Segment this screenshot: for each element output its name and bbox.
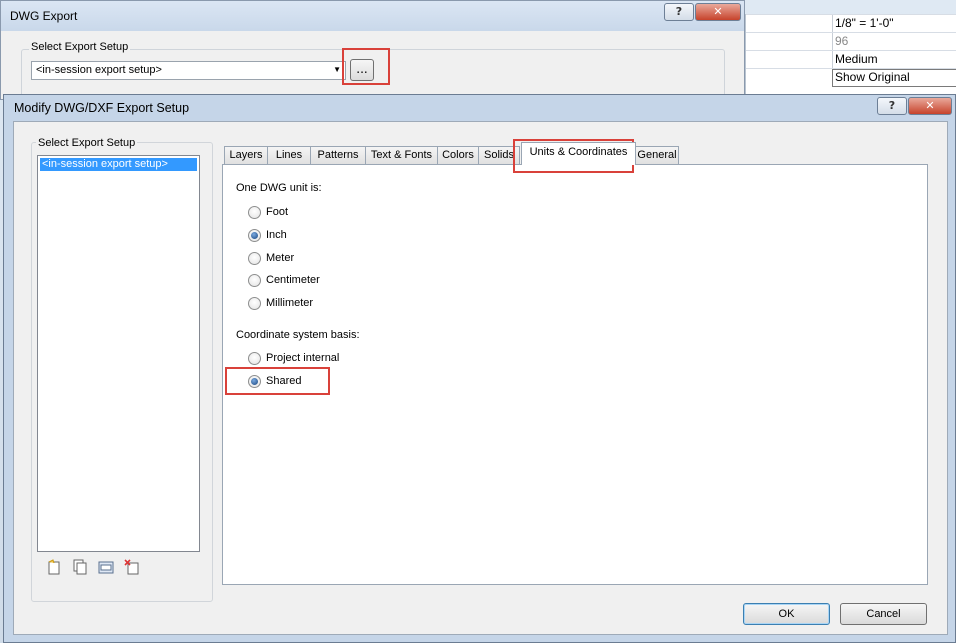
window-title: DWG Export	[10, 9, 78, 23]
dwg-export-titlebar: DWG Export ? ✕	[1, 1, 744, 31]
radio-label: Millimeter	[266, 297, 314, 309]
units-section-label: One DWG unit is:	[236, 182, 322, 194]
dialog-body: Select Export Setup <in-session export s…	[13, 121, 948, 635]
chevron-down-icon: ▼	[333, 65, 341, 74]
delete-setup-icon[interactable]	[124, 559, 140, 575]
unit-option-millimeter[interactable]: Millimeter	[248, 295, 313, 311]
tab-lines[interactable]: Lines	[267, 146, 311, 164]
ok-button[interactable]: OK	[743, 603, 830, 625]
radio-label: Inch	[266, 229, 287, 241]
radio-button[interactable]	[248, 351, 261, 365]
radio-label: Foot	[266, 206, 289, 218]
unit-option-inch[interactable]: Inch	[248, 227, 287, 243]
modify-export-setup-dialog: Modify DWG/DXF Export Setup ? ✕ Select E…	[3, 94, 956, 643]
modify-setup-button[interactable]: ...	[350, 59, 374, 81]
tab-solids[interactable]: Solids	[478, 146, 520, 164]
tab-text-fonts[interactable]: Text & Fonts	[365, 146, 438, 164]
help-button[interactable]: ?	[877, 97, 907, 115]
radio-label: Project internal	[266, 352, 340, 364]
units-coordinates-panel: One DWG unit is: Foot Inch Meter Centime…	[222, 164, 928, 585]
radio-button[interactable]	[248, 251, 261, 265]
unit-option-foot[interactable]: Foot	[248, 204, 288, 220]
property-value: 1/8" = 1'-0"	[835, 16, 894, 30]
tab-layers[interactable]: Layers	[224, 146, 268, 164]
radio-button[interactable]	[248, 296, 261, 310]
property-row: 96	[746, 32, 956, 51]
cancel-button[interactable]: Cancel	[840, 603, 927, 625]
radio-button[interactable]	[248, 228, 261, 242]
unit-option-centimeter[interactable]: Centimeter	[248, 272, 320, 288]
property-value: Show Original	[835, 70, 910, 84]
tab-patterns[interactable]: Patterns	[310, 146, 366, 164]
setup-list[interactable]: <in-session export setup>	[37, 155, 200, 552]
dropdown-value: <in-session export setup>	[36, 64, 162, 76]
dialog-title: Modify DWG/DXF Export Setup	[14, 101, 190, 115]
setup-list-label: Select Export Setup	[36, 137, 138, 149]
radio-button[interactable]	[248, 374, 261, 388]
property-row: Show Original	[746, 68, 956, 87]
radio-label: Centimeter	[266, 274, 320, 286]
dialog-titlebar: Modify DWG/DXF Export Setup ? ✕	[4, 95, 955, 121]
unit-option-meter[interactable]: Meter	[248, 250, 294, 266]
tab-units-coordinates[interactable]: Units & Coordinates	[521, 142, 636, 165]
help-button[interactable]: ?	[664, 3, 694, 21]
dwg-export-window: DWG Export ? ✕ Select Export Setup <in-s…	[0, 0, 745, 100]
tab-colors[interactable]: Colors	[437, 146, 479, 164]
new-setup-icon[interactable]	[46, 559, 62, 575]
property-row: Medium	[746, 50, 956, 69]
radio-label: Meter	[266, 252, 295, 264]
export-setup-group: Select Export Setup <in-session export s…	[21, 41, 726, 99]
property-value: 96	[835, 34, 849, 48]
rename-setup-icon[interactable]	[98, 559, 114, 575]
radio-button[interactable]	[248, 205, 261, 219]
export-setup-dropdown[interactable]: <in-session export setup> ▼	[31, 61, 346, 80]
list-item[interactable]: <in-session export setup>	[40, 158, 197, 171]
property-row: 1/8" = 1'-0"	[746, 14, 956, 33]
group-label: Select Export Setup	[29, 41, 131, 53]
radio-label: Shared	[266, 375, 302, 387]
tab-general[interactable]: General	[635, 146, 679, 164]
coordinate-section-label: Coordinate system basis:	[236, 329, 360, 341]
coord-option-project-internal[interactable]: Project internal	[248, 350, 339, 366]
close-button[interactable]: ✕	[695, 3, 741, 21]
coord-option-shared[interactable]: Shared	[248, 373, 301, 389]
property-value: Medium	[835, 52, 878, 66]
radio-button[interactable]	[248, 273, 261, 287]
duplicate-setup-icon[interactable]	[72, 559, 88, 575]
close-button[interactable]: ✕	[908, 97, 952, 115]
